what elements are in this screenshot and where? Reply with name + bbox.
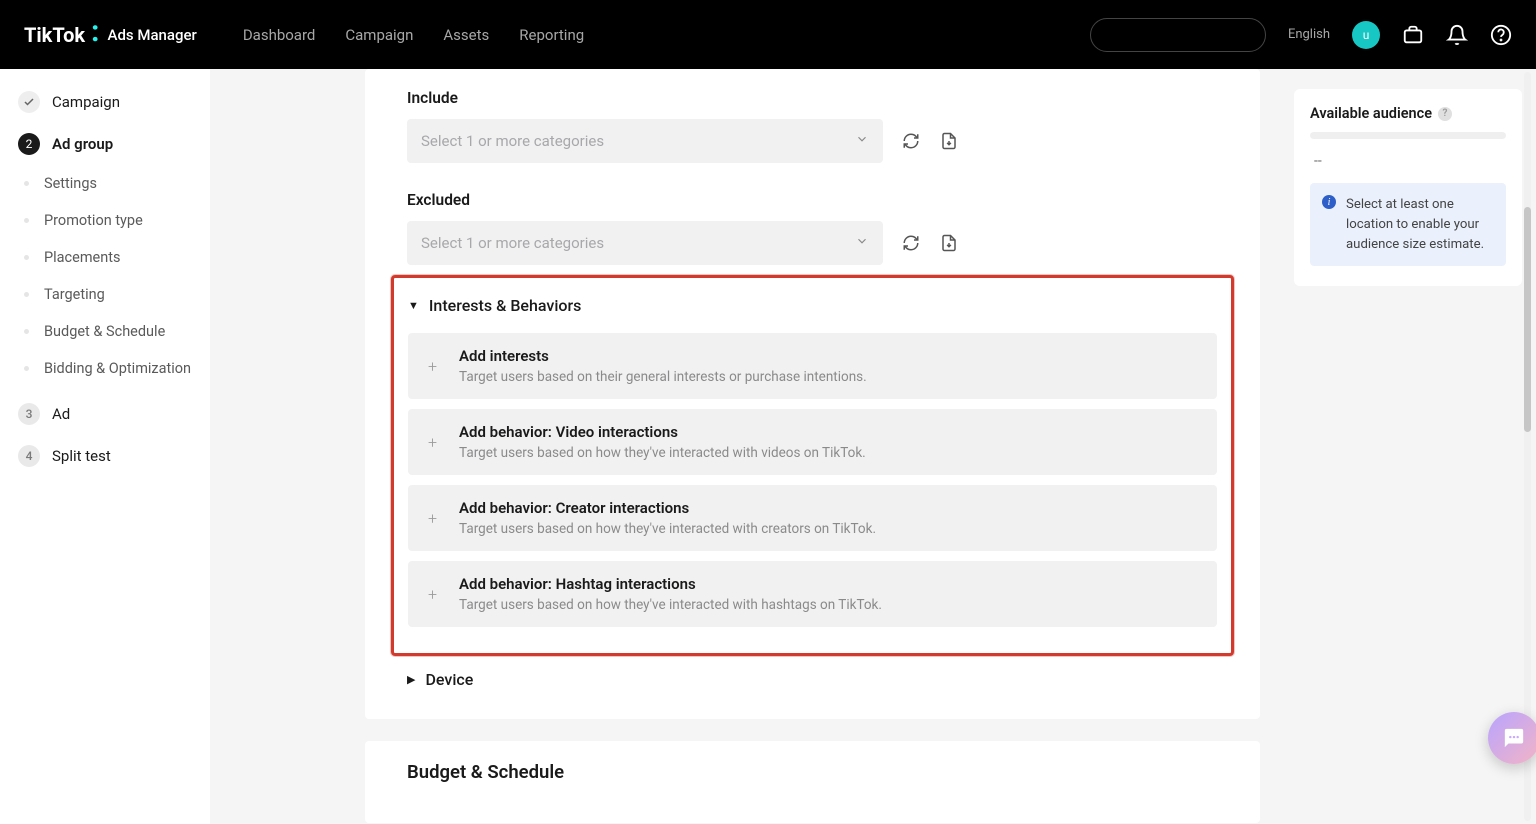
scrollbar-track[interactable] bbox=[1524, 72, 1531, 821]
nav-campaign[interactable]: Campaign bbox=[345, 26, 413, 44]
sidebar-item-campaign[interactable]: Campaign bbox=[0, 81, 210, 123]
help-icon[interactable] bbox=[1490, 24, 1512, 46]
available-audience-title: Available audience ? bbox=[1310, 105, 1506, 122]
step-badge: 3 bbox=[18, 403, 40, 425]
sidebar-item-label: Settings bbox=[44, 175, 97, 192]
caret-down-icon: ▼ bbox=[408, 299, 419, 312]
sidebar-item-split-test[interactable]: 4 Split test bbox=[0, 435, 210, 477]
sidebar-item-label: Ad group bbox=[52, 135, 113, 153]
sidebar-item-label: Targeting bbox=[44, 286, 105, 303]
sidebar-item-label: Campaign bbox=[52, 93, 120, 111]
section-title-label: Device bbox=[425, 670, 473, 689]
refresh-icon[interactable] bbox=[901, 233, 921, 253]
nav-reporting[interactable]: Reporting bbox=[519, 26, 584, 44]
select-placeholder: Select 1 or more categories bbox=[421, 132, 604, 150]
help-tooltip-icon[interactable]: ? bbox=[1438, 107, 1452, 121]
header-bar: TikTok: Ads Manager Dashboard Campaign A… bbox=[0, 0, 1536, 69]
sidebar-item-targeting[interactable]: Targeting bbox=[0, 276, 210, 313]
include-label: Include bbox=[407, 89, 1218, 107]
interests-behaviors-toggle[interactable]: ▼ Interests & Behaviors bbox=[408, 296, 1217, 315]
top-nav: Dashboard Campaign Assets Reporting bbox=[243, 26, 584, 44]
brand-name: TikTok bbox=[24, 23, 85, 47]
file-icon[interactable] bbox=[939, 233, 959, 253]
section-title-label: Interests & Behaviors bbox=[429, 296, 581, 315]
caret-right-icon: ▶ bbox=[407, 673, 415, 686]
sidebar-item-bidding-optimization[interactable]: Bidding & Optimization bbox=[0, 350, 210, 387]
search-input[interactable] bbox=[1090, 18, 1266, 52]
plus-icon: + bbox=[428, 433, 437, 452]
plus-icon: + bbox=[428, 585, 437, 604]
right-panel: Available audience ? -- Select at least … bbox=[1280, 69, 1536, 824]
option-desc: Target users based on their general inte… bbox=[459, 369, 867, 385]
sidebar-item-label: Split test bbox=[52, 447, 111, 465]
include-row: Select 1 or more categories bbox=[407, 119, 1218, 163]
interests-behaviors-highlight: ▼ Interests & Behaviors + Add interests … bbox=[391, 275, 1234, 656]
nav-dashboard[interactable]: Dashboard bbox=[243, 26, 316, 44]
sidebar-item-placements[interactable]: Placements bbox=[0, 239, 210, 276]
header-right: English u bbox=[1090, 18, 1512, 52]
sidebar-item-label: Budget & Schedule bbox=[44, 323, 165, 340]
add-hashtag-interactions-option[interactable]: + Add behavior: Hashtag interactions Tar… bbox=[408, 561, 1217, 627]
excluded-row: Select 1 or more categories bbox=[407, 221, 1218, 265]
option-desc: Target users based on how they've intera… bbox=[459, 445, 866, 461]
device-toggle[interactable]: ▶ Device bbox=[407, 670, 1218, 689]
options-list: + Add interests Target users based on th… bbox=[408, 333, 1217, 627]
plus-icon: + bbox=[428, 509, 437, 528]
targeting-card: Include Select 1 or more categories bbox=[365, 69, 1260, 719]
include-select[interactable]: Select 1 or more categories bbox=[407, 119, 883, 163]
option-title: Add interests bbox=[459, 347, 867, 365]
add-creator-interactions-option[interactable]: + Add behavior: Creator interactions Tar… bbox=[408, 485, 1217, 551]
sidebar-item-settings[interactable]: Settings bbox=[0, 165, 210, 202]
add-interests-option[interactable]: + Add interests Target users based on th… bbox=[408, 333, 1217, 399]
sidebar-item-label: Ad bbox=[52, 405, 70, 423]
audience-bar bbox=[1310, 132, 1506, 139]
audience-value: -- bbox=[1314, 153, 1506, 169]
sidebar-item-budget-schedule[interactable]: Budget & Schedule bbox=[0, 313, 210, 350]
option-title: Add behavior: Hashtag interactions bbox=[459, 575, 882, 593]
sidebar-item-label: Promotion type bbox=[44, 212, 143, 229]
option-desc: Target users based on how they've intera… bbox=[459, 521, 876, 537]
scrollbar-thumb[interactable] bbox=[1524, 207, 1531, 432]
chat-fab[interactable] bbox=[1488, 712, 1536, 764]
select-placeholder: Select 1 or more categories bbox=[421, 234, 604, 252]
check-icon bbox=[18, 91, 40, 113]
file-icon[interactable] bbox=[939, 131, 959, 151]
info-message: Select at least one location to enable y… bbox=[1310, 183, 1506, 266]
plus-icon: + bbox=[428, 357, 437, 376]
excluded-select[interactable]: Select 1 or more categories bbox=[407, 221, 883, 265]
chevron-down-icon bbox=[855, 234, 869, 252]
available-audience-card: Available audience ? -- Select at least … bbox=[1294, 89, 1522, 286]
option-desc: Target users based on how they've intera… bbox=[459, 597, 882, 613]
avatar[interactable]: u bbox=[1352, 21, 1380, 49]
logo[interactable]: TikTok: Ads Manager bbox=[24, 23, 197, 47]
sidebar-item-ad-group[interactable]: 2 Ad group bbox=[0, 123, 210, 165]
language-selector[interactable]: English bbox=[1288, 27, 1330, 42]
budget-card: Budget & Schedule bbox=[365, 741, 1260, 823]
brand-dot: : bbox=[91, 27, 99, 37]
sidebar-item-promotion-type[interactable]: Promotion type bbox=[0, 202, 210, 239]
briefcase-icon[interactable] bbox=[1402, 24, 1424, 46]
add-video-interactions-option[interactable]: + Add behavior: Video interactions Targe… bbox=[408, 409, 1217, 475]
budget-heading: Budget & Schedule bbox=[407, 761, 1218, 783]
sidebar: Campaign 2 Ad group Settings Promotion t… bbox=[0, 69, 210, 824]
step-badge: 2 bbox=[18, 133, 40, 155]
sidebar-item-label: Placements bbox=[44, 249, 120, 266]
sidebar-item-label: Bidding & Optimization bbox=[44, 360, 191, 377]
refresh-icon[interactable] bbox=[901, 131, 921, 151]
excluded-label: Excluded bbox=[407, 191, 1218, 209]
brand-sub: Ads Manager bbox=[108, 26, 197, 44]
chevron-down-icon bbox=[855, 132, 869, 150]
step-badge: 4 bbox=[18, 445, 40, 467]
option-title: Add behavior: Creator interactions bbox=[459, 499, 876, 517]
nav-assets[interactable]: Assets bbox=[443, 26, 489, 44]
sidebar-item-ad[interactable]: 3 Ad bbox=[0, 393, 210, 435]
main-content: Include Select 1 or more categories bbox=[210, 69, 1280, 824]
bell-icon[interactable] bbox=[1446, 24, 1468, 46]
option-title: Add behavior: Video interactions bbox=[459, 423, 866, 441]
